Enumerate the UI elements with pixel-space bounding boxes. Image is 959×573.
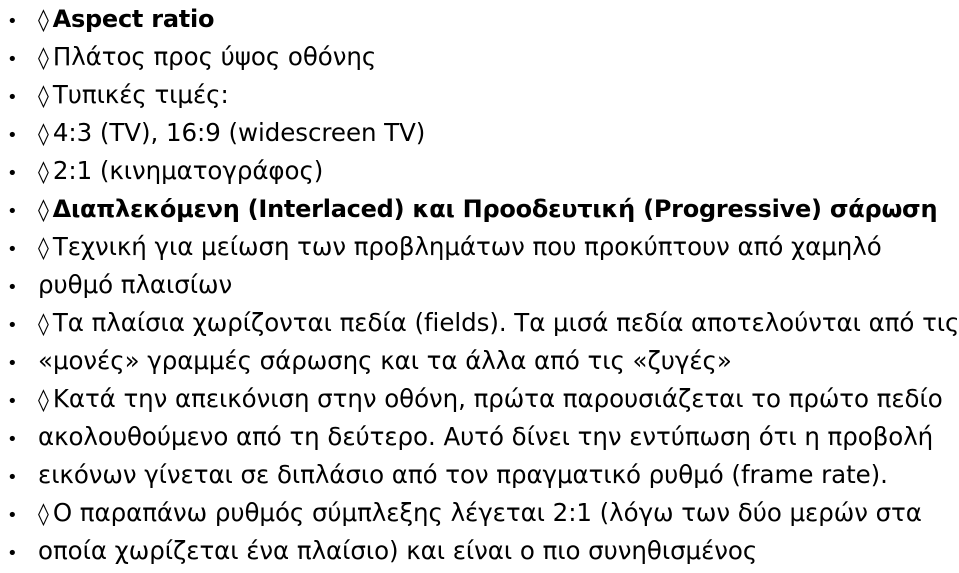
bullet-line-body: ακολουθούμενο από τη δεύτερο. Αυτό δίνει…: [38, 422, 934, 451]
bullet-line-text: ◊ Τα πλαίσια χωρίζονται πεδία (fields). Τ…: [38, 304, 959, 344]
bullet-line: • «μονές» γραμμές σάρωσης και τα άλλα από…: [0, 342, 959, 380]
bullet-line: • ◊ 4:3 (TV), 16:9 (widescreen TV): [0, 114, 959, 152]
bullet-line-text: ◊ Κατά την απεικόνιση στην οθόνη, πρώτα π…: [38, 380, 943, 420]
bullet-line: • ◊ Τυπικές τιμές:: [0, 76, 959, 114]
bullet-line: • ◊ 2:1 (κινηματογράφος): [0, 152, 959, 190]
bullet-line-text: ρυθμό πλαισίων: [38, 266, 232, 304]
bullet-line-text: «μονές» γραμμές σάρωσης και τα άλλα από …: [38, 342, 732, 380]
diamond-marker-icon: ◊: [38, 312, 49, 337]
bullet-line-body: εικόνων γίνεται σε διπλάσιο από τον πραγ…: [38, 460, 888, 489]
bullet-line-body: οποία χωρίζεται ένα πλαίσιο) και είναι ο…: [38, 536, 758, 565]
bullet-dot-icon: •: [7, 125, 18, 146]
diamond-marker-icon: ◊: [38, 122, 49, 147]
bullet-line-body: 4:3 (TV), 16:9 (widescreen TV): [52, 118, 426, 147]
bullet-dot-icon: •: [7, 391, 18, 412]
bullet-line: • ρυθμό πλαισίων: [0, 266, 959, 304]
bullet-dot-icon: •: [7, 49, 18, 70]
bullet-line: • ◊ Διαπλεκόμενη (Interlaced) και Προοδευτ…: [0, 190, 959, 228]
diamond-marker-icon: ◊: [38, 8, 49, 33]
bullet-dot-icon: •: [7, 467, 18, 488]
bullet-line-body: Ο παραπάνω ρυθμός σύμπλεξης λέγεται 2:1 …: [52, 498, 922, 527]
bullet-line-text: ◊ 4:3 (TV), 16:9 (widescreen TV): [38, 114, 425, 154]
diamond-marker-icon: ◊: [38, 84, 49, 109]
bullet-line: • ◊ Κατά την απεικόνιση στην οθόνη, πρώτα …: [0, 380, 959, 418]
bullet-dot-icon: •: [7, 315, 18, 336]
bullet-line: • ◊ Ο παραπάνω ρυθμός σύμπλεξης λέγεται 2:…: [0, 494, 959, 532]
bullet-dot-icon: •: [7, 163, 18, 184]
bullet-dot-icon: •: [7, 505, 18, 526]
bullet-line-text: ◊ 2:1 (κινηματογράφος): [38, 152, 323, 192]
bullet-line-body: ρυθμό πλαισίων: [38, 270, 233, 299]
bullet-dot-icon: •: [7, 429, 18, 450]
bullet-dot-icon: •: [7, 201, 18, 222]
bullet-line: • ακολουθούμενο από τη δεύτερο. Αυτό δίνε…: [0, 418, 959, 456]
bullet-line-text: ◊ Τυπικές τιμές:: [38, 76, 229, 116]
slide-canvas: • ◊ Aspect ratio • ◊ Πλάτος προς ύψος οθόνης •…: [0, 0, 959, 565]
diamond-marker-icon: ◊: [38, 198, 49, 223]
bullet-dot-icon: •: [7, 277, 18, 298]
bullet-line: • οποία χωρίζεται ένα πλαίσιο) και είναι …: [0, 532, 959, 570]
bullet-line: • εικόνων γίνεται σε διπλάσιο από τον πρα…: [0, 456, 959, 494]
bullet-line-body: Κατά την απεικόνιση στην οθόνη, πρώτα πα…: [52, 384, 943, 413]
bullet-line-text: οποία χωρίζεται ένα πλαίσιο) και είναι ο…: [38, 532, 757, 570]
bullet-line-text: ◊ Aspect ratio: [38, 0, 214, 40]
diamond-marker-icon: ◊: [38, 388, 49, 413]
bullet-list: • ◊ Aspect ratio • ◊ Πλάτος προς ύψος οθόνης •…: [0, 0, 959, 570]
bullet-line-text: ακολουθούμενο από τη δεύτερο. Αυτό δίνει…: [38, 418, 933, 456]
bullet-line: • ◊ Aspect ratio: [0, 0, 959, 38]
bullet-dot-icon: •: [7, 87, 18, 108]
bullet-line-body: Τυπικές τιμές:: [52, 80, 229, 109]
bullet-line: • ◊ Πλάτος προς ύψος οθόνης: [0, 38, 959, 76]
bullet-line-text: ◊ Πλάτος προς ύψος οθόνης: [38, 38, 376, 78]
bullet-dot-icon: •: [7, 239, 18, 260]
diamond-marker-icon: ◊: [38, 236, 49, 261]
bullet-line-body: Aspect ratio: [52, 5, 215, 33]
diamond-marker-icon: ◊: [38, 502, 49, 527]
bullet-line-text: ◊ Τεχνική για μείωση των προβλημάτων που …: [38, 228, 882, 268]
bullet-line: • ◊ Τεχνική για μείωση των προβλημάτων που…: [0, 228, 959, 266]
bullet-line: • ◊ Τα πλαίσια χωρίζονται πεδία (fields). …: [0, 304, 959, 342]
diamond-marker-icon: ◊: [38, 160, 49, 185]
bullet-line-body: Τεχνική για μείωση των προβλημάτων που π…: [52, 232, 882, 261]
bullet-line-body: Διαπλεκόμενη (Interlaced) και Προοδευτικ…: [52, 195, 938, 223]
bullet-dot-icon: •: [7, 543, 18, 564]
bullet-line-body: «μονές» γραμμές σάρωσης και τα άλλα από …: [38, 346, 732, 375]
bullet-line-text: ◊ Διαπλεκόμενη (Interlaced) και Προοδευτι…: [38, 190, 938, 230]
bullet-line-text: ◊ Ο παραπάνω ρυθμός σύμπλεξης λέγεται 2:1…: [38, 494, 922, 534]
bullet-line-body: 2:1 (κινηματογράφος): [52, 156, 324, 185]
diamond-marker-icon: ◊: [38, 46, 49, 71]
bullet-dot-icon: •: [7, 11, 18, 32]
bullet-line-text: εικόνων γίνεται σε διπλάσιο από τον πραγ…: [38, 456, 888, 494]
bullet-line-body: Πλάτος προς ύψος οθόνης: [52, 42, 377, 71]
bullet-dot-icon: •: [7, 353, 18, 374]
bullet-line-body: Τα πλαίσια χωρίζονται πεδία (fields). Τα…: [52, 308, 959, 337]
